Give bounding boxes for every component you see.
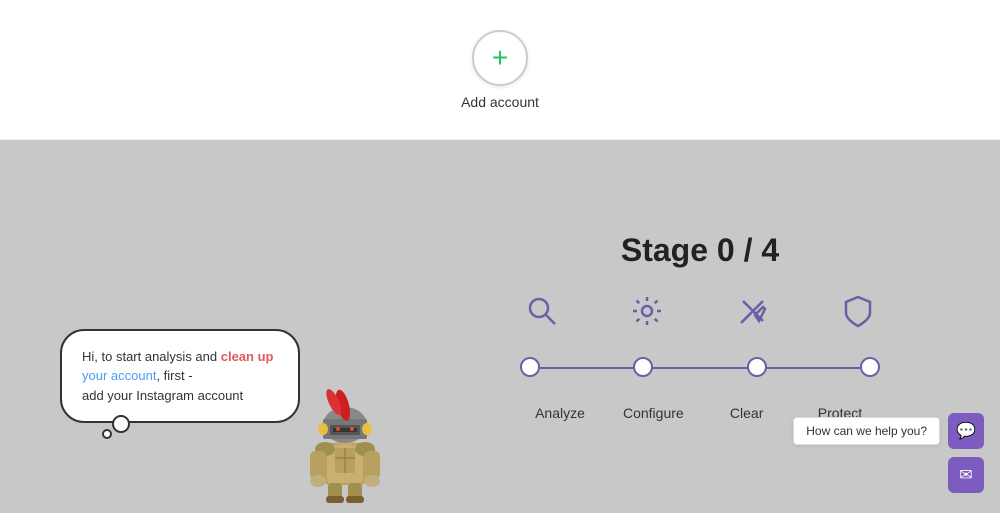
character-area: Hi, to start analysis and clean up your … [40, 329, 390, 494]
add-account-label: Add account [461, 94, 539, 110]
step-circle-configure [633, 357, 653, 377]
help-chat-text: How can we help you? [793, 417, 940, 445]
clear-icon [731, 289, 775, 333]
speech-highlight-your: your account [82, 368, 156, 383]
steps-circles-row [520, 357, 880, 377]
stage-title: Stage 0 / 4 [621, 232, 779, 269]
configure-icon [625, 289, 669, 333]
protect-icon [836, 289, 880, 333]
speech-bubble-tail [102, 415, 130, 439]
knight-character [300, 383, 390, 493]
help-chat-button[interactable]: 💬 [948, 413, 984, 449]
top-section: + Add account [0, 0, 1000, 140]
stage-container: Stage 0 / 4 [520, 232, 880, 421]
speech-highlight-clean: clean up [221, 349, 274, 364]
step-circle-clear [747, 357, 767, 377]
analyze-icon [520, 289, 564, 333]
speech-bubble: Hi, to start analysis and clean up your … [60, 329, 300, 424]
bubble-tail-large [112, 415, 130, 433]
help-email-button[interactable]: ✉ [948, 457, 984, 493]
help-chat-row: How can we help you? 💬 [793, 413, 984, 449]
bottom-section: Hi, to start analysis and clean up your … [0, 140, 1000, 513]
speech-text-1: Hi, to start analysis and [82, 349, 221, 364]
step-circle-protect [860, 357, 880, 377]
steps-icons-row [520, 289, 880, 333]
step-circle-analyze [520, 357, 540, 377]
bubble-tail-small [102, 429, 112, 439]
add-account-button[interactable]: + [472, 30, 528, 86]
plus-icon: + [492, 44, 508, 72]
chat-icon: 💬 [956, 421, 976, 441]
step-label-analyze: Analyze [520, 405, 600, 421]
email-icon: ✉ [959, 465, 972, 485]
step-label-clear: Clear [707, 405, 787, 421]
step-label-configure: Configure [613, 405, 693, 421]
help-buttons: How can we help you? 💬 ✉ [793, 413, 984, 493]
